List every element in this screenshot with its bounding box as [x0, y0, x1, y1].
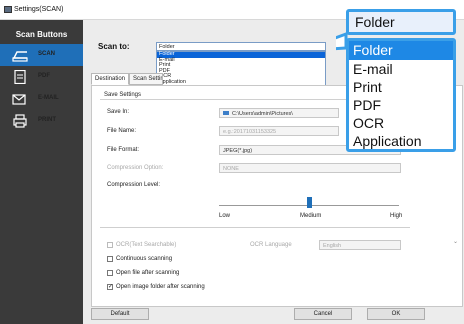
scroll-down-icon[interactable]: ⌄: [453, 238, 458, 245]
scan-icon: [12, 51, 28, 62]
file-format-label: File Format:: [107, 147, 140, 153]
ocr-checkbox[interactable]: [107, 242, 113, 248]
open-file-label: Open file after scanning: [116, 270, 180, 276]
slider-high-label: High: [390, 213, 403, 219]
callout-selected-value: Folder: [346, 9, 456, 35]
tab-scan-settings[interactable]: Scan Settings: [129, 73, 163, 85]
slider-medium-label: Medium: [300, 213, 322, 219]
compression-option-select[interactable]: NONE: [219, 163, 401, 173]
ocr-label: OCR(Text Searchable): [116, 242, 177, 248]
continuous-scanning-checkbox[interactable]: [107, 256, 113, 262]
open-folder-label: Open image folder after scanning: [116, 284, 205, 290]
continuous-scanning-label: Continuous scanning: [116, 256, 173, 262]
callout-option-list: Folder E-mail Print PDF OCR Application: [346, 38, 456, 152]
section-divider: [100, 227, 410, 228]
open-file-checkbox[interactable]: [107, 270, 113, 276]
compression-slider-thumb[interactable]: [307, 197, 312, 208]
scan-to-label: Scan to:: [98, 42, 130, 51]
sidebar-item-email[interactable]: E-MAIL: [0, 88, 83, 110]
file-name-input[interactable]: e.g.:20171031153325: [219, 126, 339, 136]
email-icon: [12, 94, 26, 105]
scan-to-select[interactable]: Folder: [156, 42, 326, 51]
sidebar-item-label: PDF: [38, 73, 50, 79]
print-icon: [13, 114, 27, 128]
compression-option-label: Compression Option:: [107, 165, 164, 171]
sidebar-item-print[interactable]: PRINT: [0, 110, 83, 132]
callout-option-pdf: PDF: [353, 97, 381, 113]
callout-option-email: E-mail: [353, 61, 393, 77]
default-button[interactable]: Default: [91, 308, 149, 320]
sidebar-item-label: SCAN: [38, 51, 56, 57]
save-in-value: C:\Users\admin\Pictures\: [232, 110, 293, 117]
save-in-field[interactable]: C:\Users\admin\Pictures\: [219, 108, 339, 118]
app-icon: [4, 6, 12, 13]
sidebar-item-label: E-MAIL: [38, 95, 59, 101]
window-title: Settings(SCAN): [14, 6, 64, 13]
slider-low-label: Low: [219, 213, 231, 219]
sidebar-item-pdf[interactable]: PDF: [0, 66, 83, 88]
callout-option-application: Application: [353, 133, 422, 149]
file-name-label: File Name:: [107, 128, 137, 134]
save-settings-title: Save Settings: [104, 92, 142, 98]
scan-to-dropdown-list: Folder E-mail Print PDF OCR Application: [156, 51, 326, 87]
callout-option-ocr: OCR: [353, 115, 385, 131]
folder-icon: [223, 111, 229, 116]
save-in-label: Save In:: [107, 109, 130, 115]
compression-level-label: Compression Level:: [107, 182, 161, 188]
cancel-button[interactable]: Cancel: [294, 308, 352, 320]
zoom-callout: Folder Folder E-mail Print PDF OCR Appli…: [336, 4, 460, 156]
ocr-language-label: OCR Language: [250, 242, 292, 248]
ocr-language-select[interactable]: English: [319, 240, 401, 250]
callout-option-print: Print: [353, 79, 382, 95]
tab-destination[interactable]: Destination: [91, 73, 129, 85]
callout-option-folder: Folder: [349, 41, 453, 60]
sidebar-heading: Scan Buttons: [15, 30, 68, 39]
sidebar-item-scan[interactable]: SCAN: [0, 44, 83, 66]
pdf-icon: [14, 70, 26, 84]
sidebar: Scan Buttons SCAN PDF E-MAIL PRINT: [0, 20, 83, 324]
sidebar-item-label: PRINT: [38, 117, 56, 123]
ok-button[interactable]: OK: [367, 308, 425, 320]
open-folder-checkbox[interactable]: ✓: [107, 284, 113, 290]
